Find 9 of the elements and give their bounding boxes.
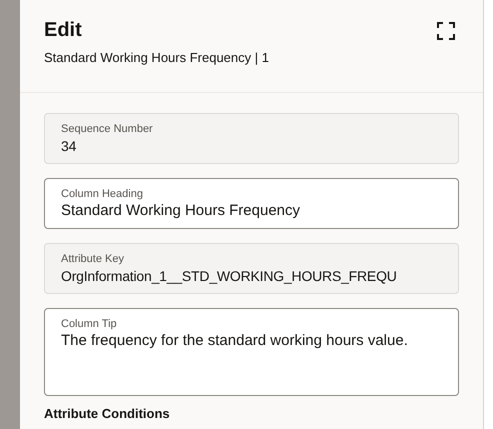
panel-title: Edit <box>44 18 83 42</box>
section-heading: Attribute Conditions <box>43 406 171 422</box>
expand-icon <box>437 22 455 40</box>
readonly-field: Attribute Key OrgInformation_1__STD_WORKING_HOURS_FREQU <box>44 242 459 294</box>
input-field[interactable]: Column Heading Standard Working Hours Frequency <box>44 178 459 228</box>
expand-button[interactable] <box>435 20 457 42</box>
readonly-field: Sequence Number 34 <box>44 112 459 164</box>
panel-subtitle: Standard Working Hours Frequency | 1 <box>44 49 269 67</box>
text-area[interactable]: Column Tip The frequency for the standard working hours value. <box>44 308 459 396</box>
